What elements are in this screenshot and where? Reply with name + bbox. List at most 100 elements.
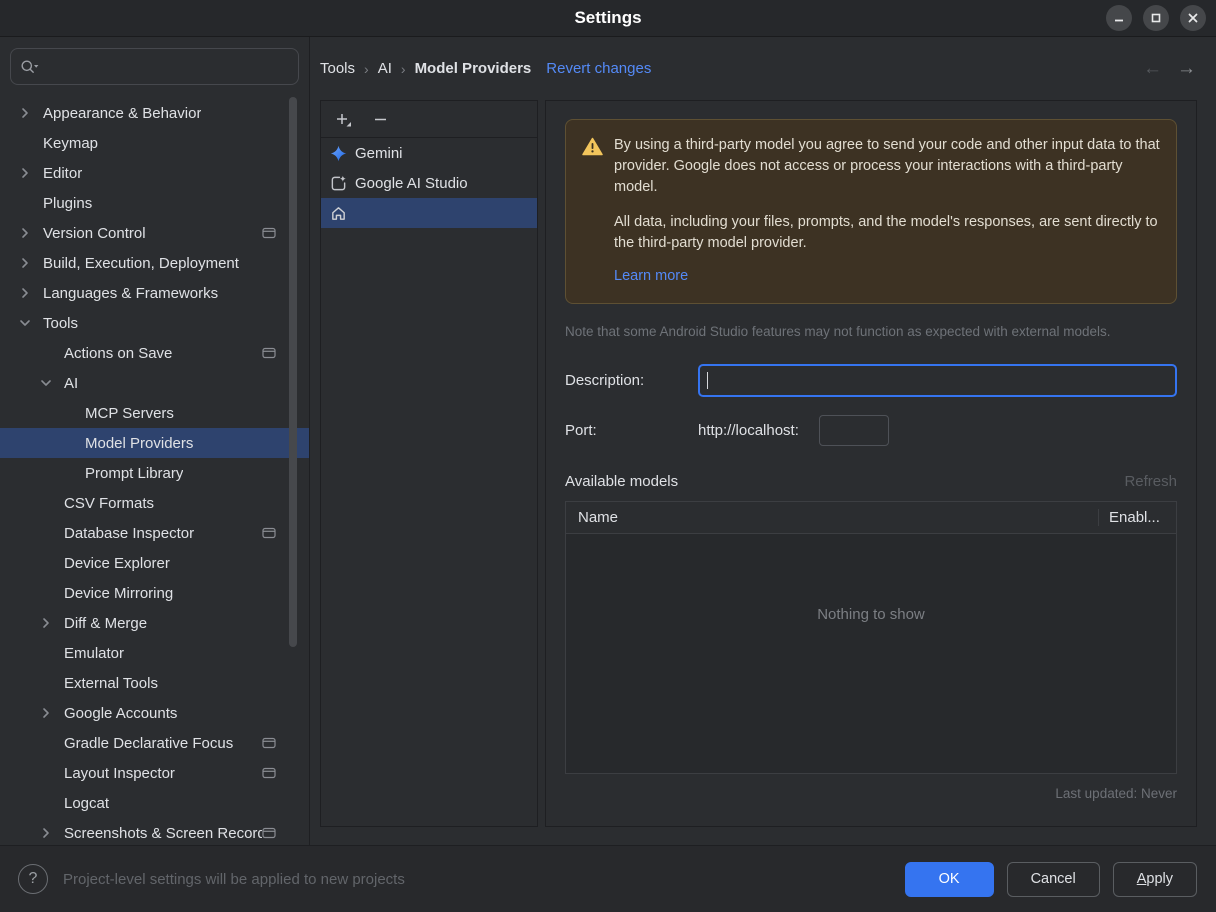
sidebar-item-logcat[interactable]: Logcat xyxy=(0,788,309,818)
sidebar-item-device-explorer[interactable]: Device Explorer xyxy=(0,548,309,578)
port-input[interactable] xyxy=(818,415,889,446)
chevron-right-icon[interactable] xyxy=(17,285,33,301)
sidebar-item-mcp-servers[interactable]: MCP Servers xyxy=(0,398,309,428)
models-table-body: Nothing to show xyxy=(566,534,1176,773)
chevron-down-icon[interactable] xyxy=(38,375,54,391)
provider-item-custom[interactable] xyxy=(321,198,537,228)
chevron-right-icon[interactable] xyxy=(38,615,54,631)
chevron-right-icon[interactable] xyxy=(17,225,33,241)
sidebar-item-screenshots-screen-recordi[interactable]: Screenshots & Screen Recordi xyxy=(0,818,309,848)
sidebar-item-tools[interactable]: Tools xyxy=(0,308,309,338)
settings-search-box[interactable] xyxy=(10,48,299,85)
sidebar-item-label: Model Providers xyxy=(85,434,194,452)
sidebar-item-keymap[interactable]: Keymap xyxy=(0,128,309,158)
search-icon xyxy=(21,60,39,73)
project-level-icon xyxy=(262,827,276,839)
sidebar-item-model-providers[interactable]: Model Providers xyxy=(0,428,309,458)
sidebar-item-label: Device Mirroring xyxy=(64,584,174,602)
remove-icon xyxy=(375,118,386,120)
chevron-right-icon[interactable] xyxy=(17,255,33,271)
provider-item-gemini[interactable]: Gemini xyxy=(321,138,537,168)
chevron-right-icon[interactable] xyxy=(38,705,54,721)
forward-arrow-icon[interactable]: → xyxy=(1177,58,1196,80)
sidebar-item-label: Gradle Declarative Focus xyxy=(64,734,234,752)
breadcrumb: Tools › AI › Model Providers Revert chan… xyxy=(310,37,1216,100)
sidebar-item-prompt-library[interactable]: Prompt Library xyxy=(0,458,309,488)
maximize-icon xyxy=(1151,13,1161,23)
chevron-right-icon[interactable] xyxy=(17,105,33,121)
ai-studio-icon xyxy=(331,175,346,190)
sidebar-item-ai[interactable]: AI xyxy=(0,368,309,398)
sidebar-item-label: Build, Execution, Deployment xyxy=(43,254,239,272)
chevron-right-icon[interactable] xyxy=(17,165,33,181)
sidebar-item-build-execution-deployment[interactable]: Build, Execution, Deployment xyxy=(0,248,309,278)
description-input[interactable] xyxy=(708,372,1168,389)
search-input[interactable] xyxy=(45,58,289,75)
minimize-icon xyxy=(1115,19,1123,22)
breadcrumb-ai[interactable]: AI xyxy=(378,60,392,77)
model-provider-settings-panel: By using a third-party model you agree t… xyxy=(545,100,1197,827)
warning-icon xyxy=(582,137,603,156)
maximize-button[interactable] xyxy=(1143,5,1169,31)
sidebar-item-diff-merge[interactable]: Diff & Merge xyxy=(0,608,309,638)
minimize-button[interactable] xyxy=(1106,5,1132,31)
column-header-name: Name xyxy=(578,509,619,526)
last-updated-label: Last updated: Never xyxy=(1055,786,1177,801)
sidebar-item-editor[interactable]: Editor xyxy=(0,158,309,188)
sidebar-item-layout-inspector[interactable]: Layout Inspector xyxy=(0,758,309,788)
sidebar-item-label: Tools xyxy=(43,314,79,332)
project-level-hint: Project-level settings will be applied t… xyxy=(63,870,405,888)
warning-paragraph-1: By using a third-party model you agree t… xyxy=(614,137,1160,195)
sidebar-item-label: Editor xyxy=(43,164,83,182)
sidebar-scrollbar-thumb[interactable] xyxy=(289,97,297,647)
sidebar-item-database-inspector[interactable]: Database Inspector xyxy=(0,518,309,548)
sidebar-item-csv-formats[interactable]: CSV Formats xyxy=(0,488,309,518)
models-table: Name Enabl... Nothing to show xyxy=(565,501,1177,774)
sidebar-item-languages-frameworks[interactable]: Languages & Frameworks xyxy=(0,278,309,308)
empty-state-text: Nothing to show xyxy=(817,606,925,623)
sidebar-item-version-control[interactable]: Version Control xyxy=(0,218,309,248)
provider-item-google-ai-studio[interactable]: Google AI Studio xyxy=(321,168,537,198)
window-controls xyxy=(1106,5,1206,31)
project-level-icon xyxy=(262,767,276,779)
sidebar-item-emulator[interactable]: Emulator xyxy=(0,638,309,668)
sidebar-item-label: Prompt Library xyxy=(85,464,184,482)
breadcrumb-tools[interactable]: Tools xyxy=(320,60,355,77)
sidebar-item-label: Plugins xyxy=(43,194,93,212)
project-level-icon xyxy=(262,227,276,239)
apply-button[interactable]: Apply xyxy=(1112,861,1197,897)
sidebar-item-label: Diff & Merge xyxy=(64,614,148,632)
help-button[interactable]: ? xyxy=(18,864,48,894)
sidebar-item-plugins[interactable]: Plugins xyxy=(0,188,309,218)
learn-more-link[interactable]: Learn more xyxy=(614,266,688,287)
revert-changes-link[interactable]: Revert changes xyxy=(546,60,651,77)
sidebar-item-appearance-behavior[interactable]: Appearance & Behavior xyxy=(0,98,309,128)
window-title: Settings xyxy=(574,8,642,27)
settings-tree: Appearance & Behavior Keymap Editor Plugins… xyxy=(0,98,309,848)
provider-list: Gemini Google AI Studio xyxy=(321,138,537,228)
description-field[interactable] xyxy=(698,364,1177,397)
cancel-button[interactable]: Cancel xyxy=(1006,861,1100,897)
project-level-icon xyxy=(262,347,276,359)
sidebar-item-external-tools[interactable]: External Tools xyxy=(0,668,309,698)
refresh-button[interactable]: Refresh xyxy=(1124,473,1177,490)
remove-provider-button[interactable] xyxy=(370,109,391,130)
third-party-warning-banner: By using a third-party model you agree t… xyxy=(565,119,1177,304)
sidebar-item-google-accounts[interactable]: Google Accounts xyxy=(0,698,309,728)
sidebar-item-label: Device Explorer xyxy=(64,554,170,572)
ok-button[interactable]: OK xyxy=(904,861,994,897)
chevron-right-icon[interactable] xyxy=(38,825,54,841)
sidebar-item-label: Layout Inspector xyxy=(64,764,175,782)
sidebar-item-device-mirroring[interactable]: Device Mirroring xyxy=(0,578,309,608)
close-button[interactable] xyxy=(1180,5,1206,31)
available-models-label: Available models xyxy=(565,473,679,490)
sidebar-item-actions-on-save[interactable]: Actions on Save xyxy=(0,338,309,368)
project-level-icon xyxy=(262,527,276,539)
sidebar-item-gradle-declarative-focus[interactable]: Gradle Declarative Focus xyxy=(0,728,309,758)
back-arrow-icon[interactable]: ← xyxy=(1143,58,1162,80)
sidebar-item-label: Keymap xyxy=(43,134,99,152)
chevron-down-icon[interactable] xyxy=(17,315,33,331)
sidebar-item-label: CSV Formats xyxy=(64,494,155,512)
add-provider-button[interactable] xyxy=(332,109,355,130)
models-table-header: Name Enabl... xyxy=(566,502,1176,534)
